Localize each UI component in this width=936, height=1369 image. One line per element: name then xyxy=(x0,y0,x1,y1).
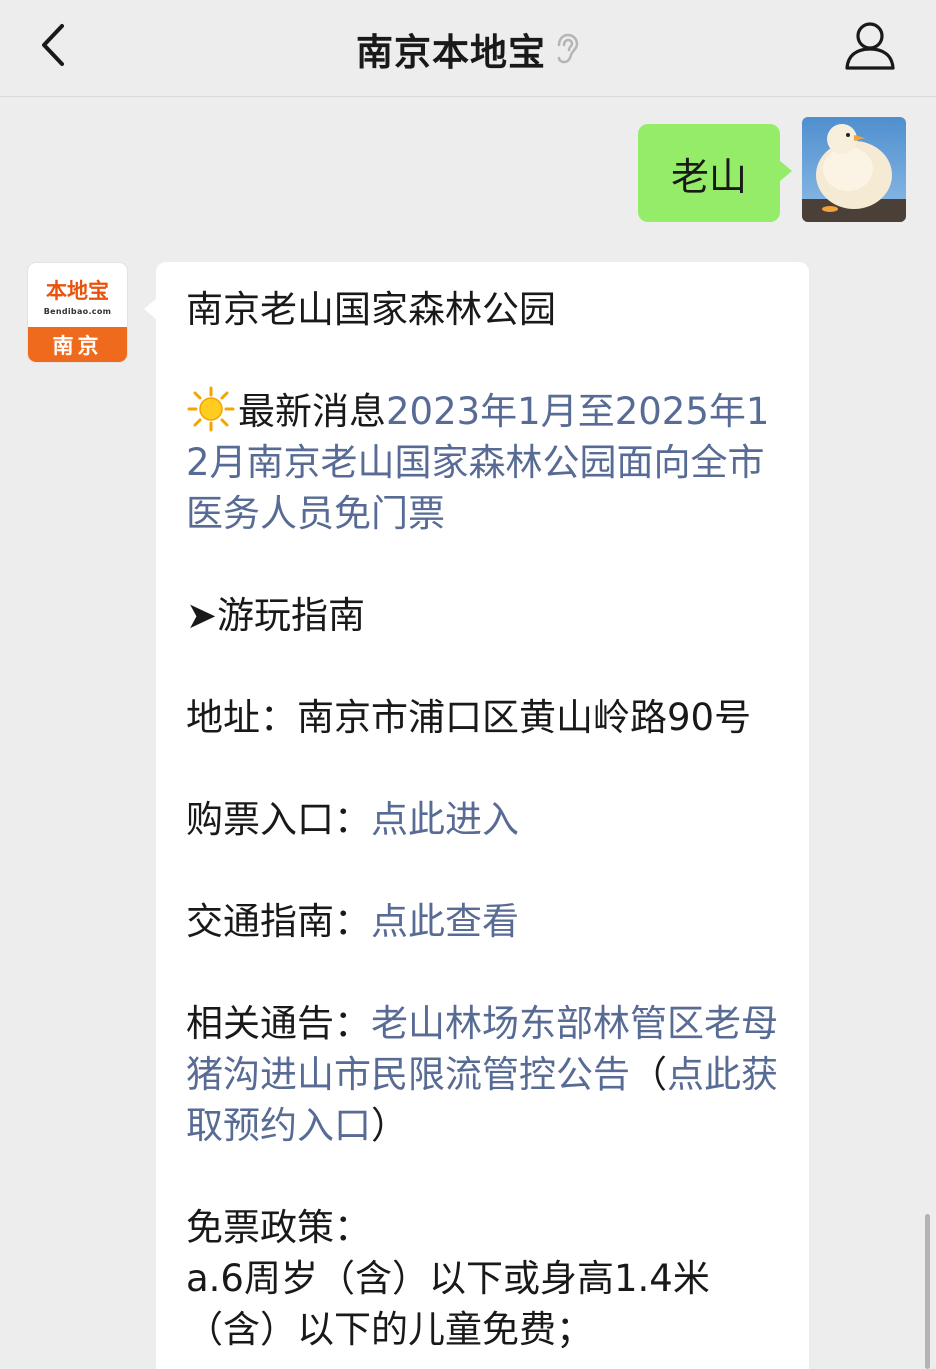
news-paragraph: 最新消息2023年1月至2025年12月南京老山国家森林公园面向全市医务人员免门… xyxy=(186,386,781,539)
news-prefix: 最新消息 xyxy=(238,390,386,433)
traffic-link[interactable]: 点此查看 xyxy=(371,900,519,943)
sent-message-text: 老山 xyxy=(670,154,747,199)
address-label: 地址： xyxy=(186,696,297,739)
official-account-avatar[interactable]: 本地宝 Bendibao.com 南京 xyxy=(28,263,127,362)
avatar-city-label: 南京 xyxy=(28,327,127,362)
scrollbar[interactable] xyxy=(925,1214,930,1369)
policy-item-a: a.6周岁（含）以下或身高1.4米（含）以下的儿童免费； xyxy=(186,1257,710,1351)
notice-paren-open: （ xyxy=(630,1053,667,1096)
sun-icon xyxy=(187,386,235,432)
ticket-label: 购票入口： xyxy=(186,798,371,841)
avatar-logo-area: 本地宝 Bendibao.com xyxy=(28,263,127,327)
reply-title: 南京老山国家森林公园 xyxy=(186,288,556,331)
duck-avatar-image xyxy=(802,117,906,222)
notice-paren-close: ） xyxy=(371,1104,408,1147)
brand-logo-text: 本地宝 xyxy=(46,278,109,303)
profile-button[interactable] xyxy=(842,20,898,72)
notice-label: 相关通告： xyxy=(186,1002,371,1045)
top-navigation-bar: 南京本地宝 xyxy=(0,0,936,97)
sent-message-bubble[interactable]: 老山 xyxy=(638,124,792,222)
brand-domain-text: Bendibao.com xyxy=(43,306,112,316)
reply-message-bubble: 南京老山国家森林公园 最新消息2023年1月至2025年12月南京老山国家森林公… xyxy=(144,262,809,1369)
user-icon xyxy=(845,22,895,70)
guide-heading: ➤游玩指南 xyxy=(186,594,366,637)
chat-title: 南京本地宝 xyxy=(356,30,546,74)
policy-heading: 免票政策： xyxy=(186,1206,371,1249)
notice-paragraph: 相关通告：老山林场东部林管区老母猪沟进山市民限流管控公告（点此获取预约入口） xyxy=(186,998,781,1151)
ear-icon xyxy=(557,33,579,63)
ticket-paragraph: 购票入口：点此进入 xyxy=(186,794,781,845)
title-container: 南京本地宝 xyxy=(0,0,936,97)
address-paragraph: 地址：南京市浦口区黄山岭路90号 xyxy=(186,692,781,743)
my-avatar[interactable] xyxy=(802,117,906,222)
address-value: 南京市浦口区黄山岭路90号 xyxy=(297,696,752,739)
traffic-paragraph: 交通指南：点此查看 xyxy=(186,896,781,947)
ticket-link[interactable]: 点此进入 xyxy=(371,798,519,841)
traffic-label: 交通指南： xyxy=(186,900,371,943)
